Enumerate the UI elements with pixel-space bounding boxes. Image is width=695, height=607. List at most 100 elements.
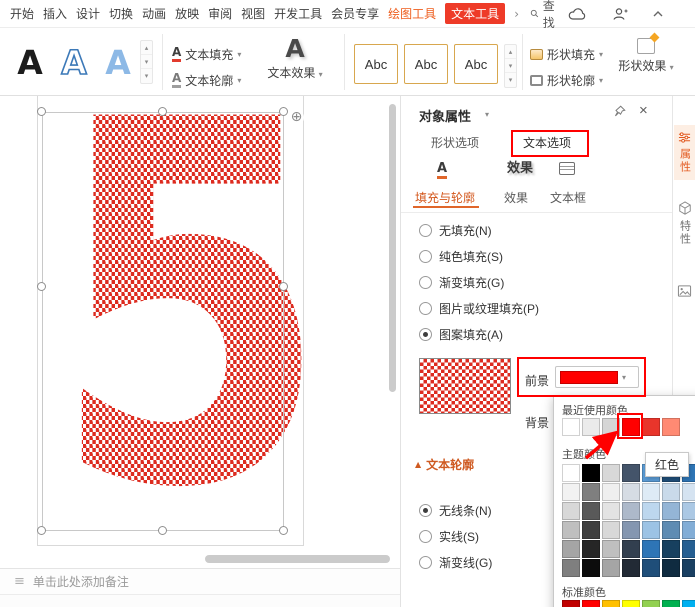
color-swatch[interactable] <box>662 418 680 436</box>
color-swatch[interactable] <box>562 502 580 520</box>
shape-preset-1[interactable]: Abc <box>354 44 398 84</box>
horizontal-scrollbar-thumb[interactable] <box>205 555 390 563</box>
color-swatch[interactable] <box>622 600 640 607</box>
color-swatch[interactable] <box>602 464 620 482</box>
color-swatch[interactable] <box>602 521 620 539</box>
gallery-more-icon[interactable]: ▾ <box>141 69 152 83</box>
selection-handle-bottom-left[interactable] <box>37 526 46 535</box>
fill-option-pattern[interactable]: 图案填充(A) <box>419 326 503 342</box>
color-swatch[interactable] <box>622 559 640 577</box>
features-tab[interactable]: 特性 <box>674 195 695 252</box>
color-swatch[interactable] <box>682 521 695 539</box>
selection-handle-bottom-middle[interactable] <box>158 526 167 535</box>
color-swatch[interactable] <box>622 464 640 482</box>
line-option-none[interactable]: 无线条(N) <box>419 502 492 518</box>
notes-handle-icon[interactable]: ≡ <box>14 574 25 589</box>
color-swatch[interactable] <box>562 600 580 607</box>
menu-item-transition[interactable]: 切换 <box>109 5 133 22</box>
color-swatch[interactable] <box>682 540 695 558</box>
wordart-text[interactable]: 5 <box>51 96 315 568</box>
color-swatch[interactable] <box>562 483 580 501</box>
color-swatch[interactable] <box>562 540 580 558</box>
selection-handle-top-left[interactable] <box>37 107 46 116</box>
text-outline-section-header[interactable]: ▲ 文本轮廓 <box>415 456 474 473</box>
subtab-effects[interactable]: 效果 <box>504 189 528 206</box>
color-swatch[interactable] <box>582 559 600 577</box>
subtab-fill-outline[interactable]: 填充与轮廓 <box>415 189 475 206</box>
gallery-down-icon[interactable]: ▾ <box>505 59 516 73</box>
selection-handle-top-middle[interactable] <box>158 107 167 116</box>
foreground-color-dropdown[interactable]: ▾ <box>555 366 639 388</box>
menu-item-view[interactable]: 视图 <box>241 5 265 22</box>
color-swatch[interactable] <box>662 502 680 520</box>
shape-effects-button[interactable]: 形状效果 ▾ <box>606 38 686 74</box>
panel-caret-icon[interactable]: ▾ <box>485 110 489 119</box>
menu-item-insert[interactable]: 插入 <box>43 5 67 22</box>
search-box[interactable]: 查找 <box>530 0 559 31</box>
notes-bar[interactable]: ≡ 单击此处添加备注 <box>0 568 400 594</box>
color-swatch[interactable] <box>622 418 640 436</box>
color-swatch[interactable] <box>582 483 600 501</box>
fill-option-no-fill[interactable]: 无填充(N) <box>419 222 492 238</box>
tab-text-options[interactable]: 文本选项 <box>523 134 571 151</box>
gallery-up-icon[interactable]: ▴ <box>141 41 152 55</box>
menu-item-review[interactable]: 审阅 <box>208 5 232 22</box>
menu-item-membership[interactable]: 会员专享 <box>331 5 379 22</box>
gallery-down-icon[interactable]: ▾ <box>141 55 152 69</box>
color-swatch[interactable] <box>642 483 660 501</box>
pattern-preview[interactable] <box>419 358 511 414</box>
color-swatch[interactable] <box>642 521 660 539</box>
color-swatch[interactable] <box>642 559 660 577</box>
color-swatch[interactable] <box>622 483 640 501</box>
color-swatch[interactable] <box>642 540 660 558</box>
color-swatch[interactable] <box>642 502 660 520</box>
color-swatch[interactable] <box>622 521 640 539</box>
subtab-textbox[interactable]: 文本框 <box>550 189 586 206</box>
menu-item-design[interactable]: 设计 <box>76 5 100 22</box>
wordart-style-blue[interactable]: A <box>98 38 138 86</box>
selection-handle-top-right[interactable] <box>279 107 288 116</box>
color-swatch[interactable] <box>682 502 695 520</box>
collapse-ribbon-icon[interactable] <box>652 10 664 18</box>
wordart-style-black[interactable]: A <box>10 38 50 86</box>
color-swatch[interactable] <box>682 600 695 607</box>
color-swatch[interactable] <box>662 540 680 558</box>
color-swatch[interactable] <box>582 418 600 436</box>
invite-user-icon[interactable] <box>612 7 628 21</box>
line-option-gradient[interactable]: 渐变线(G) <box>419 554 492 570</box>
fill-option-gradient[interactable]: 渐变填充(G) <box>419 274 504 290</box>
cloud-sync-icon[interactable] <box>568 7 588 21</box>
color-swatch[interactable] <box>602 418 620 436</box>
tab-shape-options[interactable]: 形状选项 <box>431 134 479 151</box>
menu-item-home[interactable]: 开始 <box>10 5 34 22</box>
color-swatch[interactable] <box>562 464 580 482</box>
menu-item-text-tools-active[interactable]: 文本工具 <box>445 3 505 24</box>
gallery-more-icon[interactable]: ▾ <box>505 73 516 87</box>
text-outline-button[interactable]: A 文本轮廓 ▾ <box>172 70 241 90</box>
color-swatch[interactable] <box>682 483 695 501</box>
menu-item-slideshow[interactable]: 放映 <box>175 5 199 22</box>
shape-outline-button[interactable]: 形状轮廓 ▾ <box>530 70 603 90</box>
color-swatch[interactable] <box>662 559 680 577</box>
text-effects-button[interactable]: A 文本效果 ▾ <box>256 36 334 81</box>
color-swatch[interactable] <box>582 464 600 482</box>
color-swatch[interactable] <box>662 600 680 607</box>
color-swatch[interactable] <box>642 600 660 607</box>
properties-tab[interactable]: 属性 <box>674 125 695 180</box>
close-icon[interactable]: × <box>639 103 648 118</box>
color-swatch[interactable] <box>582 540 600 558</box>
color-swatch[interactable] <box>562 559 580 577</box>
menu-item-drawing-tools[interactable]: 绘图工具 <box>388 5 436 22</box>
shape-preset-2[interactable]: Abc <box>404 44 448 84</box>
color-swatch[interactable] <box>602 559 620 577</box>
color-swatch[interactable] <box>662 483 680 501</box>
color-swatch[interactable] <box>602 502 620 520</box>
selection-handle-middle-right[interactable] <box>279 282 288 291</box>
image-tool-tab[interactable] <box>674 278 695 304</box>
wordart-style-outline[interactable]: A <box>54 38 94 86</box>
vertical-scrollbar-thumb[interactable] <box>389 104 396 392</box>
fill-option-picture[interactable]: 图片或纹理填充(P) <box>419 300 539 316</box>
color-swatch[interactable] <box>622 540 640 558</box>
color-swatch[interactable] <box>622 502 640 520</box>
rotate-handle-icon[interactable]: ⊕ <box>289 110 304 125</box>
